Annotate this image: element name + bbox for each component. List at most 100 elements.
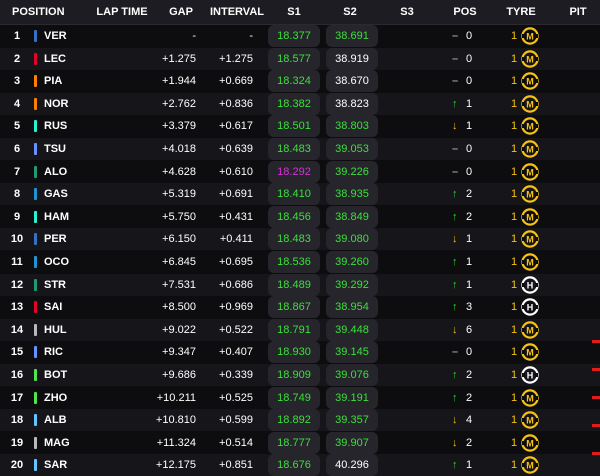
position-change-icon: ↑ bbox=[452, 369, 458, 381]
driver-code[interactable]: BOT bbox=[44, 364, 67, 386]
svg-text:M: M bbox=[526, 31, 534, 41]
driver-row[interactable]: 17 ZHO +10.211 +0.525 18.749 39.191 ↑ 2 … bbox=[0, 386, 600, 409]
driver-row[interactable]: 5 RUS +3.379 +0.617 18.501 38.803 ↓ 1 1 … bbox=[0, 115, 600, 138]
driver-code[interactable]: MAG bbox=[44, 432, 70, 454]
interval-value: +0.639 bbox=[219, 143, 253, 155]
tyre-age: 1 bbox=[511, 323, 518, 336]
position-change-value: 2 bbox=[466, 369, 473, 381]
sector2-time: 39.226 bbox=[326, 160, 378, 183]
header-interval[interactable]: INTERVAL bbox=[210, 0, 264, 24]
driver-row[interactable]: 3 PIA +1.944 +0.669 18.324 38.670 – 0 1 … bbox=[0, 70, 600, 93]
driver-code[interactable]: RUS bbox=[44, 115, 67, 137]
driver-row[interactable]: 6 TSU +4.018 +0.639 18.483 39.053 – 0 1 … bbox=[0, 138, 600, 160]
driver-code[interactable]: ALO bbox=[44, 161, 67, 183]
driver-row[interactable]: 10 PER +6.150 +0.411 18.483 39.080 ↓ 1 1… bbox=[0, 228, 600, 251]
driver-code[interactable]: LEC bbox=[44, 48, 66, 70]
tyre-compound-icon: M bbox=[521, 49, 539, 68]
header-tyre[interactable]: TYRE bbox=[506, 0, 535, 24]
tyre-age: 1 bbox=[511, 414, 518, 427]
driver-row[interactable]: 18 ALB +10.810 +0.599 18.892 39.357 ↓ 4 … bbox=[0, 409, 600, 432]
driver-row[interactable]: 8 GAS +5.319 +0.691 18.410 38.935 ↑ 2 1 … bbox=[0, 183, 600, 206]
timing-tower: POSITION LAP TIME GAP INTERVAL S1 S2 S3 … bbox=[0, 0, 600, 476]
header-s1[interactable]: S1 bbox=[287, 0, 300, 24]
svg-text:M: M bbox=[526, 257, 534, 267]
position-change-icon: ↓ bbox=[452, 414, 458, 427]
header-pit[interactable]: PIT bbox=[569, 0, 586, 24]
header-lap-time[interactable]: LAP TIME bbox=[96, 0, 147, 24]
team-color-bar bbox=[34, 143, 37, 155]
position-number: 19 bbox=[10, 436, 24, 449]
driver-code[interactable]: PIA bbox=[44, 70, 62, 92]
driver-row[interactable]: 13 SAI +8.500 +0.969 18.867 38.954 ↑ 3 1… bbox=[0, 296, 600, 319]
position-change-value: 2 bbox=[466, 436, 473, 449]
svg-text:M: M bbox=[526, 235, 534, 245]
driver-row[interactable]: 19 MAG +11.324 +0.514 18.777 39.907 ↓ 2 … bbox=[0, 431, 600, 454]
svg-text:M: M bbox=[526, 122, 534, 132]
driver-code[interactable]: VER bbox=[44, 25, 67, 47]
interval-value: +0.514 bbox=[219, 436, 253, 449]
position-change-icon: ↑ bbox=[452, 278, 458, 291]
tyre-age: 1 bbox=[511, 143, 518, 155]
driver-code[interactable]: NOR bbox=[44, 93, 68, 115]
driver-code[interactable]: RIC bbox=[44, 341, 63, 363]
driver-row[interactable]: 11 OCO +6.845 +0.695 18.536 39.260 ↑ 1 1… bbox=[0, 251, 600, 273]
driver-row[interactable]: 7 ALO +4.628 +0.610 18.292 39.226 – 0 1 … bbox=[0, 160, 600, 183]
driver-code[interactable]: ALB bbox=[44, 409, 67, 431]
tyre-compound-icon: M bbox=[521, 456, 539, 475]
sector2-time: 39.076 bbox=[326, 364, 378, 386]
gap-value: +6.150 bbox=[162, 233, 196, 246]
driver-row[interactable]: 16 BOT +9.686 +0.339 18.909 39.076 ↑ 2 1… bbox=[0, 364, 600, 386]
driver-code[interactable]: OCO bbox=[44, 251, 69, 273]
position-change-icon: – bbox=[452, 143, 459, 155]
header-gap[interactable]: GAP bbox=[169, 0, 193, 24]
team-color-bar bbox=[34, 30, 37, 42]
tyre-compound-icon: H bbox=[521, 366, 539, 384]
position-number: 10 bbox=[10, 233, 24, 246]
header-s2[interactable]: S2 bbox=[343, 0, 356, 24]
driver-code[interactable]: STR bbox=[44, 274, 66, 296]
position-number: 4 bbox=[13, 97, 21, 110]
driver-code[interactable]: GAS bbox=[44, 183, 68, 205]
position-change-value: 0 bbox=[466, 30, 473, 42]
sector1-time: 18.749 bbox=[268, 386, 320, 409]
driver-row[interactable]: 12 STR +7.531 +0.686 18.489 39.292 ↑ 1 1… bbox=[0, 273, 600, 296]
header-position[interactable]: POSITION bbox=[12, 0, 65, 24]
tyre-compound-icon: M bbox=[521, 230, 539, 249]
driver-code[interactable]: TSU bbox=[44, 138, 66, 160]
header-s3[interactable]: S3 bbox=[400, 0, 413, 24]
team-color-bar bbox=[34, 414, 37, 427]
tyre-compound-icon: H bbox=[521, 298, 539, 316]
tyre-compound-icon: M bbox=[521, 343, 539, 362]
svg-text:M: M bbox=[526, 461, 534, 471]
team-color-bar bbox=[34, 256, 37, 268]
driver-code[interactable]: PER bbox=[44, 228, 67, 250]
position-number: 16 bbox=[10, 369, 24, 381]
tyre-age: 1 bbox=[511, 165, 518, 178]
driver-code[interactable]: SAR bbox=[44, 454, 67, 476]
driver-code[interactable]: HAM bbox=[44, 206, 69, 228]
gap-value: +5.319 bbox=[162, 188, 196, 201]
position-number: 5 bbox=[13, 120, 21, 133]
driver-row[interactable]: 4 NOR +2.762 +0.836 18.382 38.823 ↑ 1 1 … bbox=[0, 92, 600, 115]
driver-row[interactable]: 2 LEC +1.275 +1.275 18.577 38.919 – 0 1 … bbox=[0, 47, 600, 70]
driver-row[interactable]: 9 HAM +5.750 +0.431 18.456 38.849 ↑ 2 1 … bbox=[0, 205, 600, 228]
tyre-compound-icon: M bbox=[521, 140, 539, 158]
tyre-compound-icon: M bbox=[521, 72, 539, 90]
driver-row[interactable]: 15 RIC +9.347 +0.407 18.930 39.145 – 0 1… bbox=[0, 341, 600, 364]
position-number: 9 bbox=[13, 210, 21, 223]
team-color-bar bbox=[34, 75, 37, 88]
driver-code[interactable]: SAI bbox=[44, 296, 62, 318]
driver-code[interactable]: ZHO bbox=[44, 387, 67, 409]
svg-text:H: H bbox=[527, 302, 534, 312]
driver-row[interactable]: 14 HUL +9.022 +0.522 18.791 39.448 ↓ 6 1… bbox=[0, 318, 600, 341]
position-change-value: 1 bbox=[466, 459, 473, 472]
position-change-value: 1 bbox=[466, 233, 473, 246]
position-change-icon: ↑ bbox=[452, 210, 458, 223]
driver-code[interactable]: HUL bbox=[44, 319, 67, 341]
driver-row[interactable]: 1 VER - - 18.377 38.691 – 0 1 M bbox=[0, 25, 600, 47]
sector2-time: 38.954 bbox=[326, 296, 378, 319]
header-row: POSITION LAP TIME GAP INTERVAL S1 S2 S3 … bbox=[0, 0, 600, 24]
gap-value: - bbox=[192, 30, 196, 42]
header-pos[interactable]: POS bbox=[453, 0, 476, 24]
driver-row[interactable]: 20 SAR +12.175 +0.851 18.676 40.296 ↑ 1 … bbox=[0, 454, 600, 476]
